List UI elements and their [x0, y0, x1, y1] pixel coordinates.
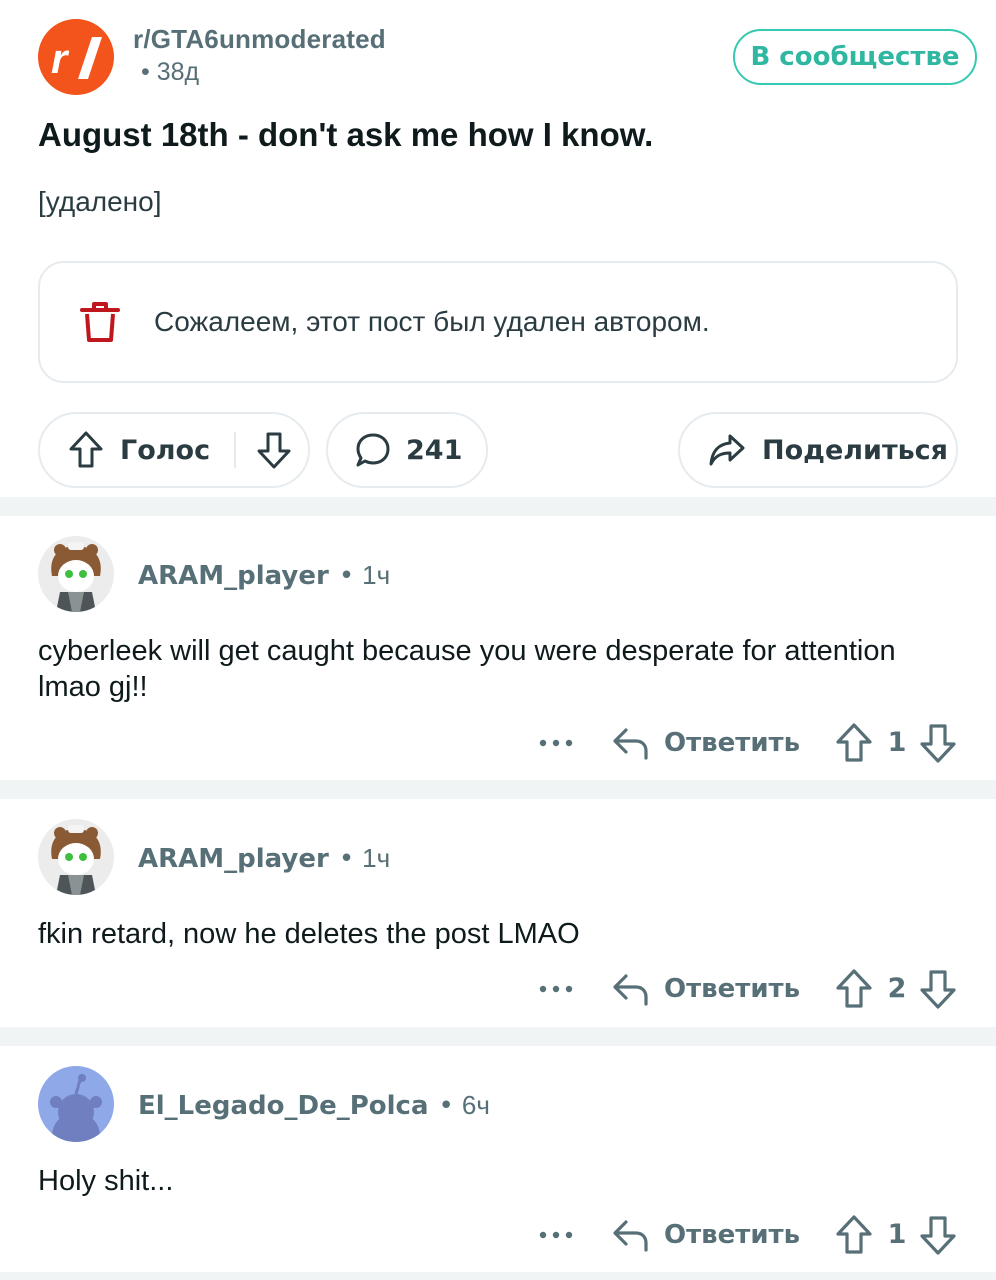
comment-actions: Ответить 2 — [0, 967, 996, 1011]
subreddit-logo-icon[interactable]: r — [38, 19, 114, 95]
comment-score: 1 — [887, 1219, 907, 1250]
comment-score: 2 — [887, 973, 907, 1004]
divider — [0, 1272, 996, 1280]
post-body: [удалено] — [38, 186, 162, 217]
comment-time: 6ч — [461, 1090, 490, 1120]
reply-arrow-icon — [613, 728, 648, 760]
divider — [0, 1027, 996, 1046]
avatar[interactable] — [38, 819, 114, 895]
svg-text:r: r — [51, 35, 70, 82]
subreddit-name[interactable]: r/GTA6unmoderated — [133, 24, 386, 55]
username[interactable]: El_Legado_De_Polca — [138, 1091, 429, 1121]
comment-actions: Ответить 1 — [0, 1213, 996, 1257]
avatar[interactable] — [38, 536, 114, 612]
comment: ARAM_player • 1ч cyberleek will get caught… — [0, 516, 996, 780]
comment: ARAM_player • 1ч fkin retard, now he delet… — [0, 799, 996, 1027]
meta-dot: • — [338, 561, 355, 591]
reply-button[interactable]: Ответить — [612, 721, 800, 765]
comments-button[interactable]: 241 — [326, 412, 488, 488]
comment-actions: Ответить 1 — [0, 721, 996, 765]
arrow-down-icon[interactable] — [918, 1213, 958, 1257]
avatar[interactable] — [38, 1066, 114, 1142]
more-dots-icon[interactable] — [536, 1215, 576, 1255]
comment-author[interactable]: ARAM_player • 1ч — [138, 843, 390, 874]
comment-text: cyberleek will get caught because you we… — [38, 635, 896, 703]
reply-arrow-icon — [613, 974, 648, 1006]
comment-score: 1 — [887, 727, 907, 758]
deleted-notice-text: Сожалеем, этот пост был удален автором. — [154, 306, 710, 337]
comment-time: 1ч — [362, 843, 391, 873]
more-dots-icon[interactable] — [536, 969, 576, 1009]
vote-control: Голос — [38, 412, 310, 488]
comment: El_Legado_De_Polca • 6ч Holy shit... Ответ… — [0, 1046, 996, 1272]
comment-text: fkin retard, now he deletes the post LMA… — [38, 918, 580, 950]
meta-dot: • — [438, 1091, 454, 1121]
vote-separator — [234, 432, 237, 468]
arrow-up-icon[interactable] — [834, 721, 874, 765]
reply-button[interactable]: Ответить — [612, 967, 800, 1011]
reply-label: Ответить — [664, 974, 801, 1004]
arrow-up-icon[interactable] — [834, 1213, 874, 1257]
speech-bubble-icon — [356, 433, 390, 467]
reply-button[interactable]: Ответить — [612, 1213, 800, 1257]
share-label: Поделиться — [762, 434, 949, 466]
comment-author[interactable]: El_Legado_De_Polca • 6ч — [138, 1090, 490, 1121]
username[interactable]: ARAM_player — [138, 561, 329, 591]
trash-icon — [80, 302, 120, 342]
joined-community-button[interactable]: В сообществе — [733, 29, 977, 85]
username[interactable]: ARAM_player — [138, 844, 329, 874]
deleted-notice: Сожалеем, этот пост был удален автором. — [38, 261, 958, 383]
comment-time: 1ч — [362, 560, 391, 590]
reply-label: Ответить — [664, 728, 801, 758]
reply-arrow-icon — [613, 1220, 648, 1252]
arrow-down-icon[interactable] — [256, 430, 292, 470]
arrow-down-icon[interactable] — [918, 967, 958, 1011]
arrow-up-icon[interactable] — [68, 430, 104, 470]
arrow-down-icon[interactable] — [918, 721, 958, 765]
post-title: August 18th - don't ask me how I know. — [38, 116, 654, 153]
more-dots-icon[interactable] — [536, 723, 576, 763]
post-card: r r/GTA6unmoderated • 38д В сообществе A… — [0, 0, 996, 497]
share-arrow-icon — [709, 434, 745, 466]
share-button[interactable]: Поделиться — [678, 412, 958, 488]
arrow-up-icon[interactable] — [834, 967, 874, 1011]
divider — [0, 497, 996, 516]
comment-author[interactable]: ARAM_player • 1ч — [138, 560, 390, 591]
reply-label: Ответить — [664, 1220, 801, 1250]
vote-label: Голос — [120, 434, 211, 466]
post-age: • 38д — [141, 58, 200, 86]
comment-count: 241 — [406, 434, 463, 466]
divider — [0, 780, 996, 799]
meta-dot: • — [338, 844, 355, 874]
comment-text: Holy shit... — [38, 1165, 174, 1197]
